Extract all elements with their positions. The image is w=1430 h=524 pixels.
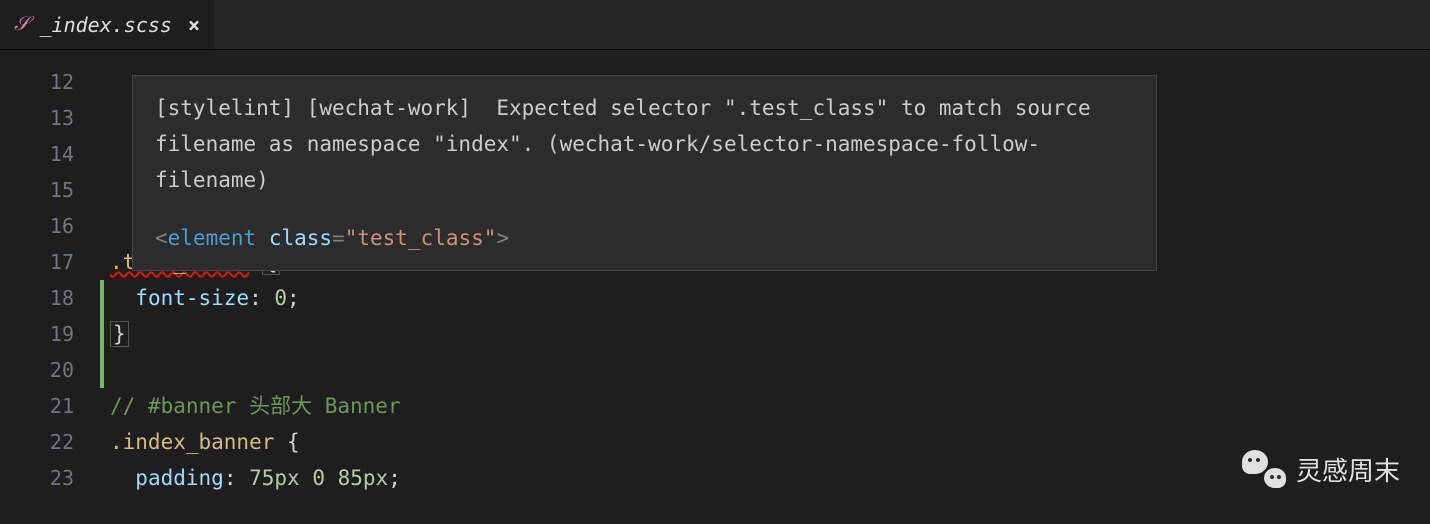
line-number: 12 bbox=[0, 64, 74, 100]
lint-message: [stylelint] [wechat-work] Expected selec… bbox=[155, 90, 1134, 198]
tab-bar: 𝒮 _index.scss × bbox=[0, 0, 1430, 50]
property-text: font-size bbox=[135, 286, 249, 310]
code-line-21[interactable]: // #banner 头部大 Banner bbox=[100, 388, 1430, 424]
value-text: 75px 0 85px bbox=[249, 466, 388, 490]
line-number: 17 bbox=[0, 244, 74, 280]
line-number: 16 bbox=[0, 208, 74, 244]
line-number: 21 bbox=[0, 388, 74, 424]
code-line-23[interactable]: padding: 75px 0 85px; bbox=[100, 460, 1430, 496]
tab-index-scss[interactable]: 𝒮 _index.scss × bbox=[0, 0, 214, 49]
line-number-gutter: 12 13 14 15 16 17 18 19 20 21 22 23 bbox=[0, 50, 100, 524]
hover-tooltip: [stylelint] [wechat-work] Expected selec… bbox=[132, 75, 1157, 271]
selector-text: .index_banner bbox=[110, 430, 274, 454]
line-number: 14 bbox=[0, 136, 74, 172]
line-number: 23 bbox=[0, 460, 74, 496]
close-icon[interactable]: × bbox=[188, 13, 200, 37]
comment-text: // #banner 头部大 Banner bbox=[110, 394, 401, 418]
code-line-22[interactable]: .index_banner { bbox=[100, 424, 1430, 460]
brace: } bbox=[110, 321, 129, 347]
property-text: padding bbox=[135, 466, 224, 490]
tab-label: _index.scss bbox=[39, 13, 171, 37]
snippet-element: element bbox=[168, 226, 257, 250]
scss-file-icon: 𝒮 bbox=[14, 13, 29, 36]
code-line-18[interactable]: font-size: 0; bbox=[100, 280, 1430, 316]
snippet-value: test_class bbox=[357, 226, 483, 250]
line-number: 13 bbox=[0, 100, 74, 136]
line-number: 22 bbox=[0, 424, 74, 460]
code-line-20[interactable] bbox=[100, 352, 1430, 388]
watermark: 灵感周末 bbox=[1242, 450, 1400, 488]
code-snippet: <element class="test_class"> bbox=[155, 212, 1134, 256]
code-line-19[interactable]: } bbox=[100, 316, 1430, 352]
line-number: 15 bbox=[0, 172, 74, 208]
watermark-text: 灵感周末 bbox=[1296, 451, 1400, 488]
line-number: 20 bbox=[0, 352, 74, 388]
brace: { bbox=[287, 430, 300, 454]
snippet-attr: class bbox=[269, 226, 332, 250]
wechat-icon bbox=[1242, 450, 1286, 488]
value-text: 0 bbox=[274, 286, 287, 310]
line-number: 18 bbox=[0, 280, 74, 316]
line-number: 19 bbox=[0, 316, 74, 352]
modified-gutter-indicator bbox=[100, 280, 104, 388]
